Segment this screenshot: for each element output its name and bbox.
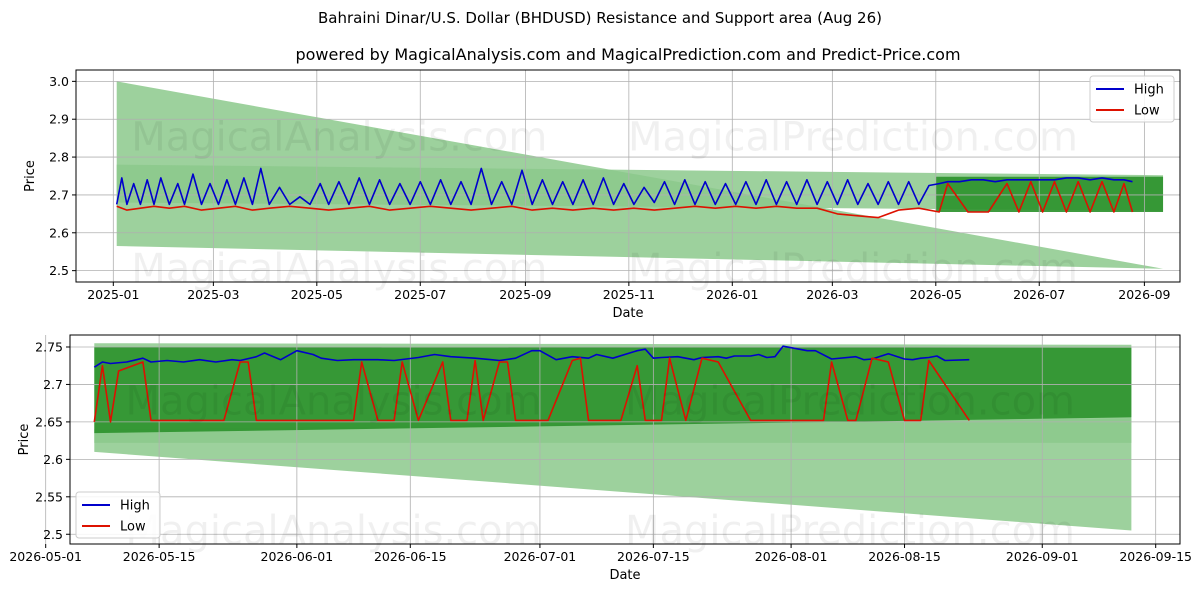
x-tick-label: 2026-09-15 [1119,549,1192,564]
x-tick-label: 2026-06-15 [374,549,447,564]
chart-panel-1: MagicalAnalysis.com MagicalPrediction.com… [23,69,1181,321]
x-tick-label: 2025-09 [499,287,551,302]
legend: High Low [75,491,161,539]
x-tick-label: 2025-03 [187,287,239,302]
x-tick-label: 2025-05 [291,287,343,302]
watermark-text: MagicalAnalysis.com [131,246,547,292]
y-tick-label: 2.8 [49,150,69,165]
y-tick-label: 2.5 [49,263,69,278]
x-tick-label: 2026-07-01 [504,549,577,564]
x-tick-label: 2026-05-15 [123,549,196,564]
x-tick-label: 2025-01 [87,287,139,302]
y-tick-label: 2.6 [43,452,63,467]
x-tick-label: 2026-01 [706,287,758,302]
legend-label-high: High [1134,83,1164,98]
watermark-text: MagicalPrediction.com [628,246,1078,292]
legend-label-low: Low [120,520,146,535]
x-tick-label: 2026-07-15 [617,549,690,564]
watermark-text: MagicalAnalysis.com [126,508,542,554]
legend-label-high: High [120,499,150,514]
y-tick-label: 2.55 [35,489,63,504]
x-axis-label: Date [609,568,640,583]
y-tick-label: 2.5 [43,527,63,542]
y-tick-label: 2.7 [49,187,69,202]
x-tick-label: 2025-07 [394,287,446,302]
y-tick-label: 2.7 [43,377,63,392]
y-axis-label: Price [17,424,32,456]
chart-canvas: MagicalAnalysis.com MagicalPrediction.com… [9,69,1192,583]
watermark-text: MagicalPrediction.com [628,115,1078,161]
x-tick-label: 2026-05 [910,287,962,302]
y-tick-label: 2.9 [49,112,69,127]
watermark-text: MagicalAnalysis.com [131,115,547,161]
y-axis-label: Price [23,160,38,192]
watermark-text: MagicalPrediction.com [625,508,1075,554]
x-tick-label: 2026-08-15 [868,549,941,564]
chart-panel-2: MagicalAnalysis.com MagicalPrediction.com… [9,334,1192,583]
watermark-text: MagicalAnalysis.com [126,378,542,424]
y-tick-label: 3.0 [49,74,69,89]
watermark-text: MagicalPrediction.com [625,378,1075,424]
legend-label-low: Low [1134,104,1160,119]
y-tick-label: 2.75 [35,339,63,354]
legend: High Low [1089,75,1175,123]
x-tick-label: 2026-06-01 [261,549,334,564]
y-tick-label: 2.6 [49,225,69,240]
x-tick-label: 2026-08-01 [755,549,828,564]
x-tick-label: 2025-11 [603,287,655,302]
x-tick-label: 2026-05-01 [9,549,82,564]
x-tick-label: 2026-09-01 [1006,549,1079,564]
y-tick-label: 2.65 [35,414,63,429]
x-tick-label: 2026-09 [1118,287,1170,302]
x-tick-label: 2026-07 [1013,287,1065,302]
x-tick-label: 2026-03 [806,287,858,302]
x-axis-label: Date [612,306,643,321]
